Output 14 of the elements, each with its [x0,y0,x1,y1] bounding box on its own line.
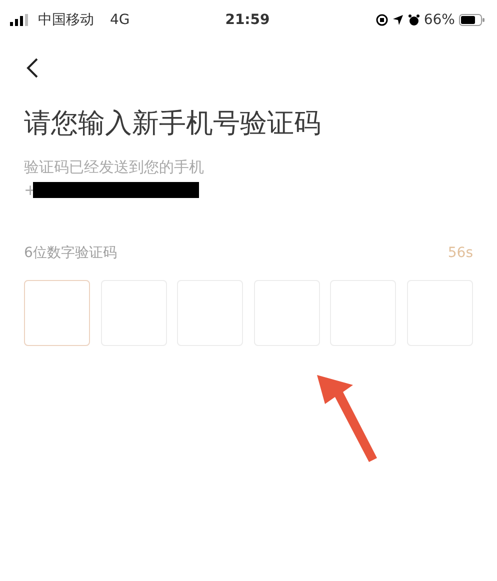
sent-notice: 验证码已经发送到您的手机 [24,157,205,178]
rotation-lock-icon [376,14,388,26]
alarm-icon [408,14,420,26]
location-icon [392,14,404,26]
page-title: 请您输入新手机号验证码 [24,108,322,140]
code-digit-field[interactable] [24,280,90,346]
signal-icon [10,14,30,26]
carrier-name: 中国移动 [38,10,94,30]
status-time: 21:59 [224,10,271,30]
battery-icon [458,14,485,26]
battery-percent: 66% [424,10,455,30]
network-type: 4G [110,10,130,30]
code-hint: 6位数字验证码 [24,244,117,263]
countdown-timer: 56s [448,244,473,263]
